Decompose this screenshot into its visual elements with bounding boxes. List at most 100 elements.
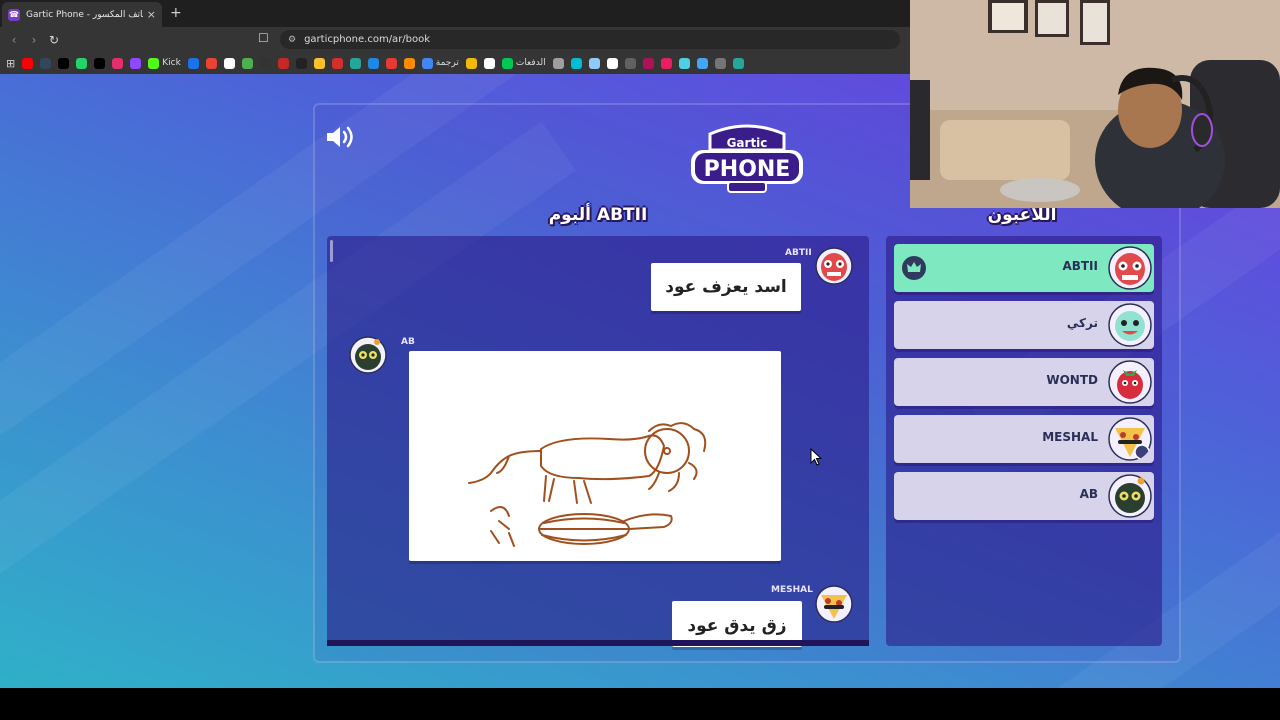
svg-text:Gartic: Gartic xyxy=(727,136,768,150)
bookmark-favicon-icon xyxy=(187,57,199,69)
bookmark-item[interactable] xyxy=(367,57,379,69)
bookmark-item[interactable] xyxy=(588,57,600,69)
bookmark-item[interactable]: Kick xyxy=(148,57,181,69)
bookmark-item[interactable] xyxy=(642,57,654,69)
player-name: تركي xyxy=(1066,316,1098,330)
drawing-canvas xyxy=(409,351,781,561)
bookmark-item[interactable] xyxy=(187,57,199,69)
bookmark-item[interactable] xyxy=(696,57,708,69)
bookmark-item[interactable] xyxy=(295,57,307,69)
bookmark-item[interactable] xyxy=(732,57,744,69)
bookmark-item[interactable] xyxy=(241,57,253,69)
gartic-favicon-icon: ☎ xyxy=(8,8,20,21)
bookmark-item[interactable] xyxy=(624,57,636,69)
avatar-ab xyxy=(349,336,387,374)
bookmark-item[interactable] xyxy=(259,57,271,69)
bookmark-item[interactable] xyxy=(349,57,361,69)
player-row: WONTD xyxy=(894,358,1154,406)
bookmark-item[interactable] xyxy=(58,57,70,69)
avatar-ab xyxy=(1108,474,1152,518)
bookmark-item[interactable] xyxy=(385,57,397,69)
bookmark-item[interactable] xyxy=(94,57,106,69)
bookmark-item[interactable] xyxy=(76,57,88,69)
entry-user-name: MESHAL xyxy=(771,585,813,595)
player-name: MESHAL xyxy=(1042,430,1098,444)
bookmark-item[interactable] xyxy=(205,57,217,69)
bookmark-favicon-icon xyxy=(112,57,124,69)
reload-icon[interactable]: ↻ xyxy=(44,33,64,47)
bookmark-label: ترجمة xyxy=(435,58,459,68)
player-row: MESHAL xyxy=(894,415,1154,463)
bookmark-item[interactable] xyxy=(277,57,289,69)
bookmark-item[interactable] xyxy=(678,57,690,69)
bookmark-item[interactable] xyxy=(403,57,415,69)
bookmark-favicon-icon xyxy=(660,57,672,69)
bookmark-item[interactable] xyxy=(714,57,726,69)
bookmark-favicon-icon xyxy=(130,57,142,69)
bookmark-item[interactable]: ترجمة xyxy=(421,57,459,69)
bookmark-page-icon[interactable]: ☐ xyxy=(258,31,269,45)
player-row: ABTII xyxy=(894,244,1154,292)
bookmark-favicon-icon xyxy=(501,57,513,69)
bookmark-favicon-icon xyxy=(22,57,34,69)
bookmark-favicon-icon xyxy=(94,57,106,69)
entry-user-name: ABTII xyxy=(785,248,812,258)
entry-user-name: AB xyxy=(401,337,415,347)
bookmark-favicon-icon xyxy=(678,57,690,69)
bookmark-favicon-icon xyxy=(714,57,726,69)
bookmark-label: الدفعات xyxy=(515,58,546,68)
bookmark-favicon-icon xyxy=(76,57,88,69)
browser-toolbar: ‹ › ↻ ☐ ⚙ garticphone.com/ar/book xyxy=(0,27,910,52)
bookmark-item[interactable] xyxy=(22,57,34,69)
apps-grid-icon[interactable]: ⊞ xyxy=(6,57,15,70)
players-title: اللاعبون xyxy=(987,205,1057,225)
bookmark-item[interactable] xyxy=(112,57,124,69)
bookmark-favicon-icon xyxy=(241,57,253,69)
bookmark-item[interactable] xyxy=(483,57,495,69)
address-url: garticphone.com/ar/book xyxy=(304,34,431,45)
bookmark-favicon-icon xyxy=(696,57,708,69)
bookmark-favicon-icon xyxy=(313,57,325,69)
album-title: ألبوم ABTII xyxy=(548,205,648,225)
bookmark-item[interactable] xyxy=(313,57,325,69)
bookmark-favicon-icon xyxy=(367,57,379,69)
bookmark-favicon-icon xyxy=(570,57,582,69)
forward-icon[interactable]: › xyxy=(24,33,44,47)
bookmark-favicon-icon xyxy=(205,57,217,69)
bookmark-favicon-icon xyxy=(606,57,618,69)
player-row: AB xyxy=(894,472,1154,520)
bookmark-item[interactable] xyxy=(130,57,142,69)
tab-close-icon[interactable]: × xyxy=(147,8,156,21)
bookmark-favicon-icon xyxy=(732,57,744,69)
bookmark-item[interactable]: الدفعات xyxy=(501,57,546,69)
new-tab-button[interactable]: + xyxy=(170,5,182,21)
album-scrollbar[interactable] xyxy=(330,240,333,262)
bookmark-item[interactable] xyxy=(570,57,582,69)
bookmark-item[interactable] xyxy=(660,57,672,69)
bookmark-favicon-icon xyxy=(58,57,70,69)
bookmark-favicon-icon xyxy=(403,57,415,69)
avatar-wontd xyxy=(1108,360,1152,404)
gartic-phone-logo: Gartic PHONE xyxy=(691,124,803,193)
bookmark-favicon-icon xyxy=(642,57,654,69)
svg-text:PHONE: PHONE xyxy=(704,157,791,182)
address-bar[interactable]: ⚙ garticphone.com/ar/book xyxy=(280,30,900,49)
player-name: WONTD xyxy=(1046,373,1098,387)
bookmark-item[interactable] xyxy=(465,57,477,69)
bookmark-favicon-icon xyxy=(223,57,235,69)
album-bottom-edge xyxy=(327,640,869,646)
back-icon[interactable]: ‹ xyxy=(4,33,24,47)
site-info-icon[interactable]: ⚙ xyxy=(288,35,296,45)
bookmark-item[interactable] xyxy=(223,57,235,69)
bottom-letterbox xyxy=(0,688,1280,720)
browser-tab[interactable]: ☎ Gartic Phone - لعبة الهاتف المكسور × xyxy=(2,2,162,27)
bookmark-item[interactable] xyxy=(606,57,618,69)
bookmark-favicon-icon xyxy=(331,57,343,69)
browser-tab-bar: ☎ Gartic Phone - لعبة الهاتف المكسور × + xyxy=(0,0,910,27)
bookmark-item[interactable] xyxy=(40,57,52,69)
bookmark-item[interactable] xyxy=(331,57,343,69)
sound-icon[interactable] xyxy=(325,124,357,150)
mouse-cursor-icon xyxy=(810,448,822,466)
bookmark-item[interactable] xyxy=(552,57,564,69)
text-entry-bubble: اسد يعزف عود xyxy=(651,263,801,311)
